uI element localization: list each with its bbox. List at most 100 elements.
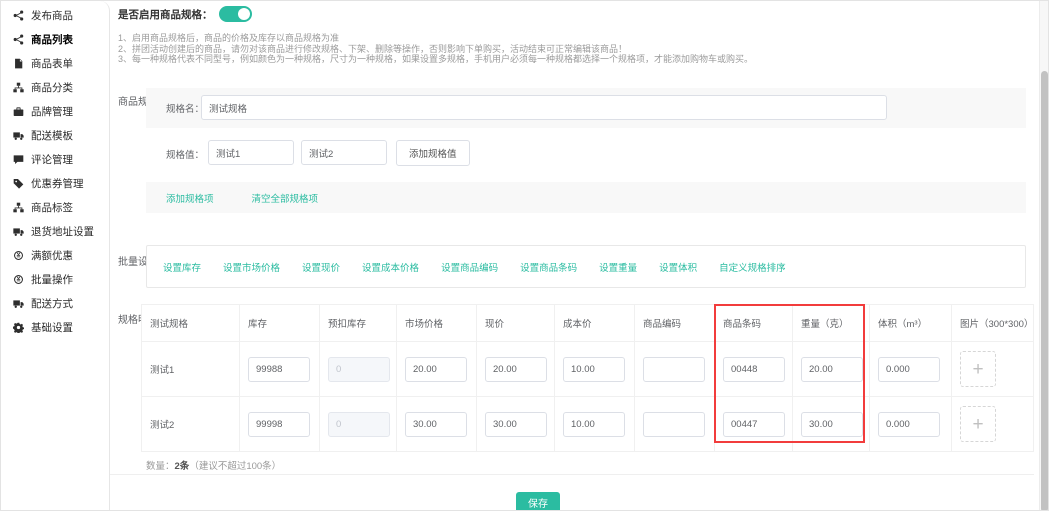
col-header-image: 图片（300*300） xyxy=(952,305,1034,342)
share-nodes-icon xyxy=(13,10,24,21)
hold-stock-input xyxy=(328,412,390,437)
sitemap-icon xyxy=(13,82,24,93)
sidebar-item-label: 商品分类 xyxy=(31,80,73,95)
sidebar-item-product-form[interactable]: 商品表单 xyxy=(1,51,109,75)
product-spec-page: 发布商品 商品列表 商品表单 商品分类 品牌管理 配送模板 评论管理 优惠券管理… xyxy=(0,0,1049,511)
spec-name-input[interactable] xyxy=(201,95,887,120)
tip-line-2: 2、拼团活动创建后的商品，请勿对该商品进行修改规格、下架、删除等操作，否则影响下… xyxy=(118,44,753,55)
clear-spec-items-link[interactable]: 清空全部规格项 xyxy=(252,191,319,205)
barcode-input[interactable] xyxy=(723,412,785,437)
sidebar-item-full-discount[interactable]: 满额优惠 xyxy=(1,243,109,267)
set-volume-link[interactable]: 设置体积 xyxy=(659,260,697,274)
custom-sort-link[interactable]: 自定义规格排序 xyxy=(719,260,786,274)
sidebar-item-label: 商品标签 xyxy=(31,200,73,215)
truck-icon xyxy=(13,130,24,141)
market-price-input[interactable] xyxy=(405,412,467,437)
col-header-market-price: 市场价格 xyxy=(397,305,477,342)
set-product-code-link[interactable]: 设置商品编码 xyxy=(441,260,498,274)
sidebar-item-label: 品牌管理 xyxy=(31,104,73,119)
col-header-volume: 体积（m³） xyxy=(870,305,952,342)
weight-input[interactable] xyxy=(801,357,863,382)
col-header-hold-stock: 预扣库存 xyxy=(320,305,397,342)
set-barcode-link[interactable]: 设置商品条码 xyxy=(520,260,577,274)
sidebar-item-label: 商品列表 xyxy=(31,32,73,47)
sidebar-item-batch-ops[interactable]: 批量操作 xyxy=(1,267,109,291)
scrollbar-thumb[interactable] xyxy=(1041,71,1048,511)
product-code-input[interactable] xyxy=(643,412,705,437)
stock-input[interactable] xyxy=(248,357,310,382)
sidebar-item-label: 评论管理 xyxy=(31,152,73,167)
sidebar-item-delivery-template[interactable]: 配送模板 xyxy=(1,123,109,147)
sidebar-item-publish[interactable]: 发布商品 xyxy=(1,3,109,27)
add-image-button[interactable]: + xyxy=(960,351,996,387)
weight-input[interactable] xyxy=(801,412,863,437)
col-header-barcode: 商品条码 xyxy=(715,305,793,342)
sidebar-item-label: 优惠券管理 xyxy=(31,176,84,191)
volume-input[interactable] xyxy=(878,412,940,437)
col-header-spec: 测试规格 xyxy=(142,305,240,342)
spec-value-input-1[interactable] xyxy=(208,140,294,165)
table-row: 测试2 + xyxy=(142,397,1034,452)
vertical-scrollbar[interactable] xyxy=(1039,1,1048,510)
stock-input[interactable] xyxy=(248,412,310,437)
sidebar-item-label: 退货地址设置 xyxy=(31,224,94,239)
set-market-price-link[interactable]: 设置市场价格 xyxy=(223,260,280,274)
market-price-input[interactable] xyxy=(405,357,467,382)
sidebar-item-brand[interactable]: 品牌管理 xyxy=(1,99,109,123)
save-button[interactable]: 保存 xyxy=(516,492,560,511)
sidebar-item-tags[interactable]: 商品标签 xyxy=(1,195,109,219)
cost-price-input[interactable] xyxy=(563,412,625,437)
sidebar-item-return-address[interactable]: 退货地址设置 xyxy=(1,219,109,243)
add-image-button[interactable]: + xyxy=(960,406,996,442)
product-code-input[interactable] xyxy=(643,357,705,382)
spec-value-input-2[interactable] xyxy=(301,140,387,165)
enable-spec-label: 是否启用商品规格： xyxy=(118,7,213,22)
barcode-input[interactable] xyxy=(723,357,785,382)
file-icon xyxy=(13,58,24,69)
set-price-link[interactable]: 设置现价 xyxy=(302,260,340,274)
sidebar-item-basic-settings[interactable]: 基础设置 xyxy=(1,315,109,339)
count-value: 2条 xyxy=(175,461,190,472)
sidebar-item-label: 配送模板 xyxy=(31,128,73,143)
plus-icon: + xyxy=(972,414,983,435)
sidebar-item-product-list[interactable]: 商品列表 xyxy=(1,27,109,51)
sidebar-item-label: 发布商品 xyxy=(31,8,73,23)
tag-icon xyxy=(13,178,24,189)
sidebar-item-category[interactable]: 商品分类 xyxy=(1,75,109,99)
col-header-price: 现价 xyxy=(477,305,555,342)
price-input[interactable] xyxy=(485,357,547,382)
tip-line-1: 1、启用商品规格后，商品的价格及库存以商品规格为准 xyxy=(118,33,753,44)
spec-detail-table: 测试规格 库存 预扣库存 市场价格 现价 成本价 商品编码 商品条码 重量（克）… xyxy=(141,304,1034,452)
sidebar-item-coupons[interactable]: 优惠券管理 xyxy=(1,171,109,195)
sidebar-item-comments[interactable]: 评论管理 xyxy=(1,147,109,171)
row-count-line: 数量：2条（建议不超过100条） xyxy=(146,458,281,472)
col-header-stock: 库存 xyxy=(240,305,320,342)
batch-settings-box: 设置库存 设置市场价格 设置现价 设置成本价格 设置商品编码 设置商品条码 设置… xyxy=(146,245,1026,288)
set-weight-link[interactable]: 设置重量 xyxy=(599,260,637,274)
add-spec-value-button[interactable]: 添加规格值 xyxy=(396,140,470,166)
sidebar-item-label: 基础设置 xyxy=(31,320,73,335)
share-nodes-icon xyxy=(13,34,24,45)
enable-spec-toggle[interactable] xyxy=(219,6,252,22)
table-header-row: 测试规格 库存 预扣库存 市场价格 现价 成本价 商品编码 商品条码 重量（克）… xyxy=(142,305,1034,342)
truck-icon xyxy=(13,298,24,309)
add-spec-item-link[interactable]: 添加规格项 xyxy=(166,191,214,205)
count-hint: （建议不超过100条） xyxy=(189,461,281,472)
set-cost-price-link[interactable]: 设置成本价格 xyxy=(362,260,419,274)
table-row: 测试1 + xyxy=(142,342,1034,397)
price-input[interactable] xyxy=(485,412,547,437)
coin-icon xyxy=(13,250,24,261)
briefcase-icon xyxy=(13,106,24,117)
volume-input[interactable] xyxy=(878,357,940,382)
coin-icon xyxy=(13,274,24,285)
set-stock-link[interactable]: 设置库存 xyxy=(163,260,201,274)
spec-name-label: 规格名： xyxy=(166,101,204,115)
spec-value-label: 规格值： xyxy=(166,147,204,161)
comment-icon xyxy=(13,154,24,165)
sidebar-item-label: 配送方式 xyxy=(31,296,73,311)
sitemap-icon xyxy=(13,202,24,213)
gear-icon xyxy=(13,322,24,333)
sidebar-item-delivery-method[interactable]: 配送方式 xyxy=(1,291,109,315)
cost-price-input[interactable] xyxy=(563,357,625,382)
footer-divider xyxy=(110,474,1034,475)
